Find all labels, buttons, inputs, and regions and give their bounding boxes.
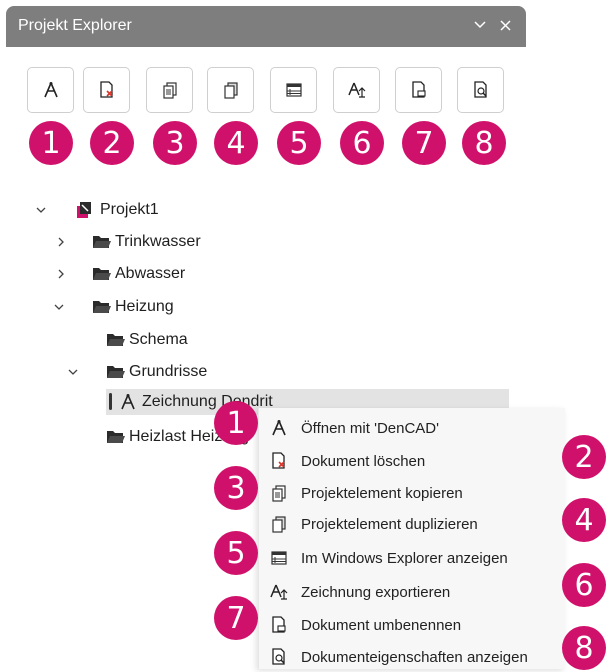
- menu-badge-6: 6: [562, 563, 606, 607]
- tree-item-label: Grundrisse: [129, 363, 208, 380]
- menu-item-label: Dokument umbenennen: [301, 616, 462, 634]
- menu-item-label: Projektelement kopieren: [301, 484, 463, 502]
- badge-3: 3: [153, 121, 197, 165]
- chevron-right-icon[interactable]: [54, 267, 68, 281]
- chevron-down-icon: [474, 21, 486, 29]
- tree-item-label: Schema: [129, 331, 188, 348]
- folder-icon: [93, 236, 111, 248]
- menu-badge-4: 4: [562, 498, 606, 542]
- folder-icon: [107, 366, 125, 378]
- menu-item-open-dencad[interactable]: Öffnen mit 'DenCAD': [259, 413, 565, 443]
- chevron-right-icon[interactable]: [54, 235, 68, 249]
- folder-icon: [93, 301, 111, 313]
- document-properties-icon: [269, 647, 289, 667]
- context-menu: Öffnen mit 'DenCAD' Dokument löschen Pro…: [258, 408, 565, 669]
- menu-item-label: Zeichnung exportieren: [301, 583, 451, 601]
- menu-item-delete-document[interactable]: Dokument löschen: [259, 446, 565, 476]
- menu-item-label: Dokumenteigenschaften anzeigen: [301, 648, 528, 666]
- badge-7: 7: [402, 121, 446, 165]
- copy-element-button[interactable]: [146, 67, 193, 113]
- badge-8: 8: [462, 121, 506, 165]
- tree-item-label: Trinkwasser: [115, 233, 201, 250]
- windows-explorer-icon: [269, 548, 289, 568]
- close-icon: [499, 19, 511, 31]
- menu-badge-8: 8: [562, 626, 606, 670]
- project-icon: [77, 202, 91, 218]
- rename-document-icon: [411, 81, 426, 98]
- chevron-down-icon[interactable]: [52, 300, 66, 314]
- copy-element-icon: [269, 483, 289, 503]
- delete-document-button[interactable]: [83, 67, 130, 113]
- folder-icon: [93, 268, 111, 280]
- windows-explorer-button[interactable]: [270, 67, 317, 113]
- tree-item-grundrisse[interactable]: Grundrisse: [106, 360, 207, 384]
- menu-item-document-properties[interactable]: Dokumenteigenschaften anzeigen: [259, 642, 565, 672]
- selection-indicator: [109, 393, 112, 410]
- export-drawing-icon: [347, 82, 365, 98]
- delete-document-icon: [269, 451, 289, 471]
- duplicate-element-icon: [223, 82, 238, 99]
- badge-6: 6: [340, 121, 384, 165]
- menu-item-duplicate-element[interactable]: Projektelement duplizieren: [259, 509, 565, 539]
- menu-badge-3: 3: [214, 466, 258, 510]
- menu-item-label: Projektelement duplizieren: [301, 515, 478, 533]
- collapse-button[interactable]: [470, 14, 490, 36]
- tree-item-projekt1[interactable]: Projekt1: [76, 198, 159, 222]
- windows-explorer-icon: [285, 83, 302, 97]
- badge-4: 4: [214, 121, 258, 165]
- document-properties-button[interactable]: [457, 67, 504, 113]
- menu-item-copy-element[interactable]: Projektelement kopieren: [259, 478, 565, 508]
- duplicate-element-button[interactable]: [207, 67, 254, 113]
- menu-badge-7: 7: [214, 596, 258, 640]
- folder-icon: [107, 431, 125, 443]
- menu-item-rename-document[interactable]: Dokument umbenennen: [259, 610, 565, 640]
- menu-badge-2: 2: [562, 435, 606, 479]
- close-button[interactable]: [495, 14, 515, 36]
- tree-item-label: Abwasser: [115, 265, 186, 282]
- panel-title: Projekt Explorer: [18, 17, 132, 34]
- chevron-down-icon[interactable]: [66, 365, 80, 379]
- rename-document-button[interactable]: [395, 67, 442, 113]
- document-properties-icon: [473, 81, 487, 98]
- menu-badge-5: 5: [214, 531, 258, 575]
- delete-document-icon: [99, 81, 113, 98]
- chevron-down-icon[interactable]: [34, 203, 48, 217]
- badge-1: 1: [29, 121, 73, 165]
- folder-icon: [107, 334, 125, 346]
- menu-item-label: Dokument löschen: [301, 452, 426, 470]
- tree-item-schema[interactable]: Schema: [106, 328, 188, 352]
- tree-item-trinkwasser[interactable]: Trinkwasser: [92, 230, 201, 254]
- duplicate-element-icon: [269, 514, 289, 534]
- rename-document-icon: [269, 615, 289, 635]
- open-drawing-icon: [43, 82, 58, 98]
- badge-5: 5: [277, 121, 321, 165]
- menu-item-label: Im Windows Explorer anzeigen: [301, 549, 508, 567]
- export-drawing-icon: [269, 582, 289, 602]
- tree-item-heizung[interactable]: Heizung: [92, 295, 174, 319]
- copy-element-icon: [162, 82, 177, 99]
- export-drawing-button[interactable]: [333, 67, 380, 113]
- tree-item-label: Heizung: [115, 298, 174, 315]
- tree-item-label: Projekt1: [100, 201, 159, 218]
- drawing-icon: [121, 394, 135, 410]
- menu-badge-1: 1: [214, 401, 258, 445]
- menu-item-export-drawing[interactable]: Zeichnung exportieren: [259, 577, 565, 607]
- menu-item-windows-explorer[interactable]: Im Windows Explorer anzeigen: [259, 543, 565, 573]
- panel-titlebar: Projekt Explorer: [6, 6, 526, 47]
- tree-item-abwasser[interactable]: Abwasser: [92, 262, 185, 286]
- menu-item-label: Öffnen mit 'DenCAD': [301, 419, 440, 437]
- badge-2: 2: [90, 121, 134, 165]
- open-drawing-icon: [269, 418, 289, 438]
- open-drawing-button[interactable]: [27, 67, 74, 113]
